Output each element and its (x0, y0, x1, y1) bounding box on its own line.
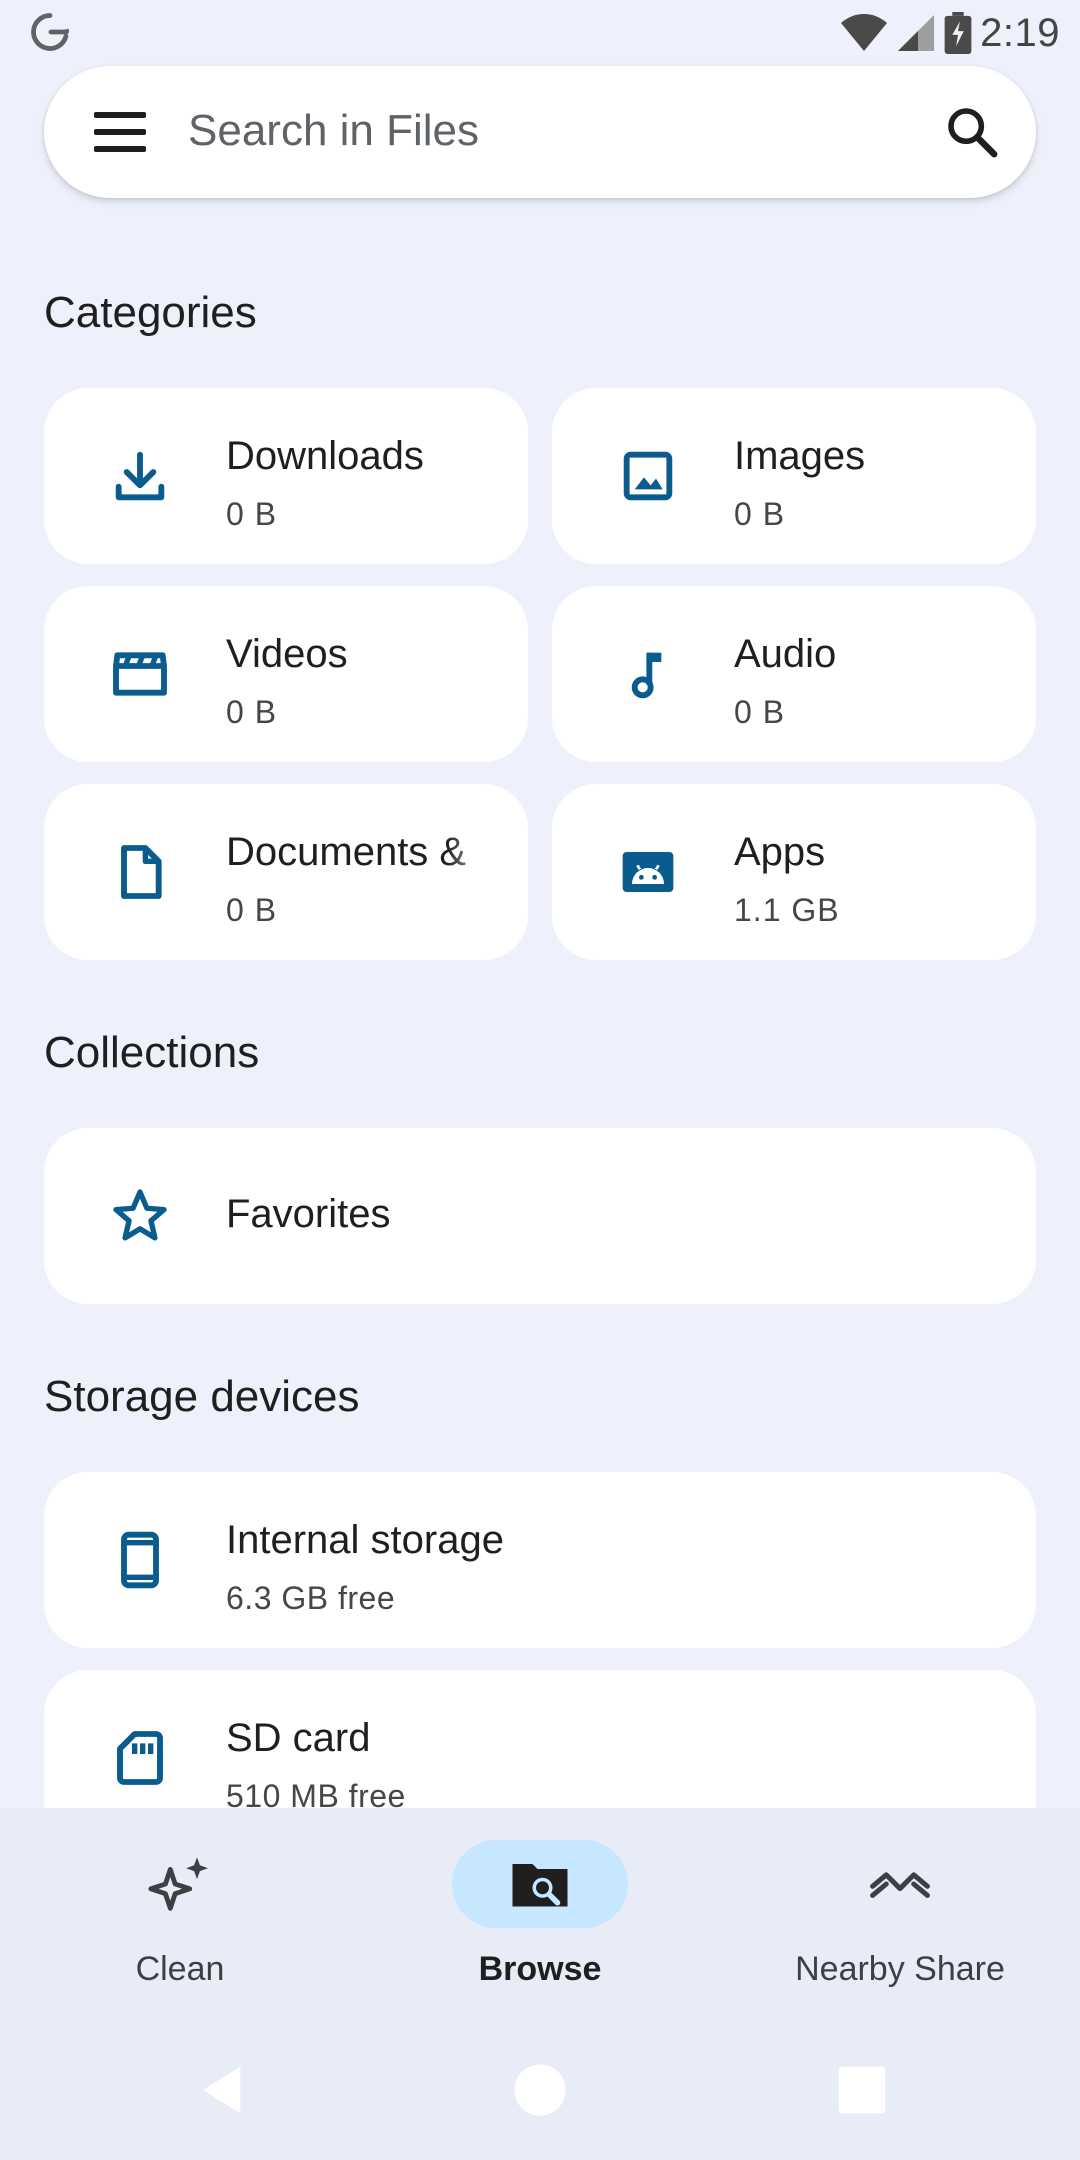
nav-icon-container (92, 1840, 268, 1928)
music-note-icon (631, 652, 662, 699)
category-label: Videos (226, 632, 348, 676)
collection-favorites[interactable]: Favorites (44, 1128, 1036, 1304)
search-input[interactable]: Search in Files (188, 106, 479, 156)
category-size: 0 B (226, 892, 278, 928)
storage-label: Internal storage (226, 1518, 504, 1562)
nav-nearby-share[interactable]: Nearby Share (720, 1808, 1080, 2018)
files-screen: 2:19 Search in Files Categories Download… (0, 0, 1080, 2160)
category-label: Downloads (226, 434, 424, 478)
category-apps[interactable]: Apps 1.1 GB (552, 784, 1036, 960)
nav-label: Browse (478, 1950, 602, 1988)
category-images[interactable]: Images 0 B (552, 388, 1036, 564)
search-bar[interactable]: Search in Files (44, 66, 1036, 198)
category-label: Images (734, 434, 866, 478)
nav-icon-container (452, 1840, 628, 1928)
nav-clean[interactable]: Clean (0, 1808, 360, 2018)
phone-icon (121, 1531, 159, 1589)
search-icon[interactable] (944, 104, 1000, 160)
nav-label: Nearby Share (795, 1950, 1005, 1988)
home-icon[interactable] (512, 2062, 568, 2118)
folder-search-icon (512, 1864, 568, 1907)
nav-label: Clean (135, 1950, 225, 1988)
category-videos[interactable]: Videos 0 B (44, 586, 528, 762)
storage-heading: Storage devices (44, 1372, 360, 1421)
status-icons: 2:19 (840, 8, 1060, 58)
storage-free: 6.3 GB free (226, 1580, 396, 1616)
cellular-signal-icon (898, 15, 935, 51)
google-g-icon (31, 13, 69, 51)
category-size: 0 B (226, 496, 278, 532)
category-size: 1.1 GB (734, 892, 840, 928)
recents-icon[interactable] (834, 2062, 890, 2118)
wifi-icon (841, 14, 888, 51)
sparkle-icon (148, 1857, 208, 1911)
android-icon (622, 852, 674, 892)
bottom-navigation: Clean Browse Nearby Share (0, 1808, 1080, 2018)
category-size: 0 B (226, 694, 278, 730)
nav-icon-container (812, 1840, 988, 1928)
battery-charging-icon (944, 12, 972, 54)
categories-heading: Categories (44, 288, 257, 337)
category-downloads[interactable]: Downloads 0 B (44, 388, 528, 564)
status-bar: 2:19 (0, 0, 1080, 66)
back-icon[interactable] (196, 2062, 252, 2118)
document-icon (121, 845, 162, 899)
category-label: Audio (734, 632, 837, 676)
image-icon (623, 451, 673, 501)
collections-heading: Collections (44, 1028, 260, 1077)
storage-internal[interactable]: Internal storage 6.3 GB free (44, 1472, 1036, 1648)
star-icon (113, 1189, 167, 1241)
category-audio[interactable]: Audio 0 B (552, 586, 1036, 762)
status-time: 2:19 (980, 10, 1060, 55)
menu-icon[interactable] (94, 110, 146, 154)
nearby-share-icon (870, 1872, 930, 1898)
category-documents[interactable]: Documents & 0 B (44, 784, 528, 960)
sd-card-icon (117, 1731, 163, 1785)
category-label: Documents & (226, 830, 467, 874)
collection-label: Favorites (226, 1192, 391, 1236)
system-navigation-bar (0, 2018, 1080, 2160)
category-label: Apps (734, 830, 826, 874)
category-size: 0 B (734, 694, 786, 730)
movie-icon (113, 652, 167, 696)
nav-browse[interactable]: Browse (360, 1808, 720, 2018)
storage-label: SD card (226, 1716, 371, 1760)
category-size: 0 B (734, 496, 786, 532)
download-icon (115, 451, 165, 501)
